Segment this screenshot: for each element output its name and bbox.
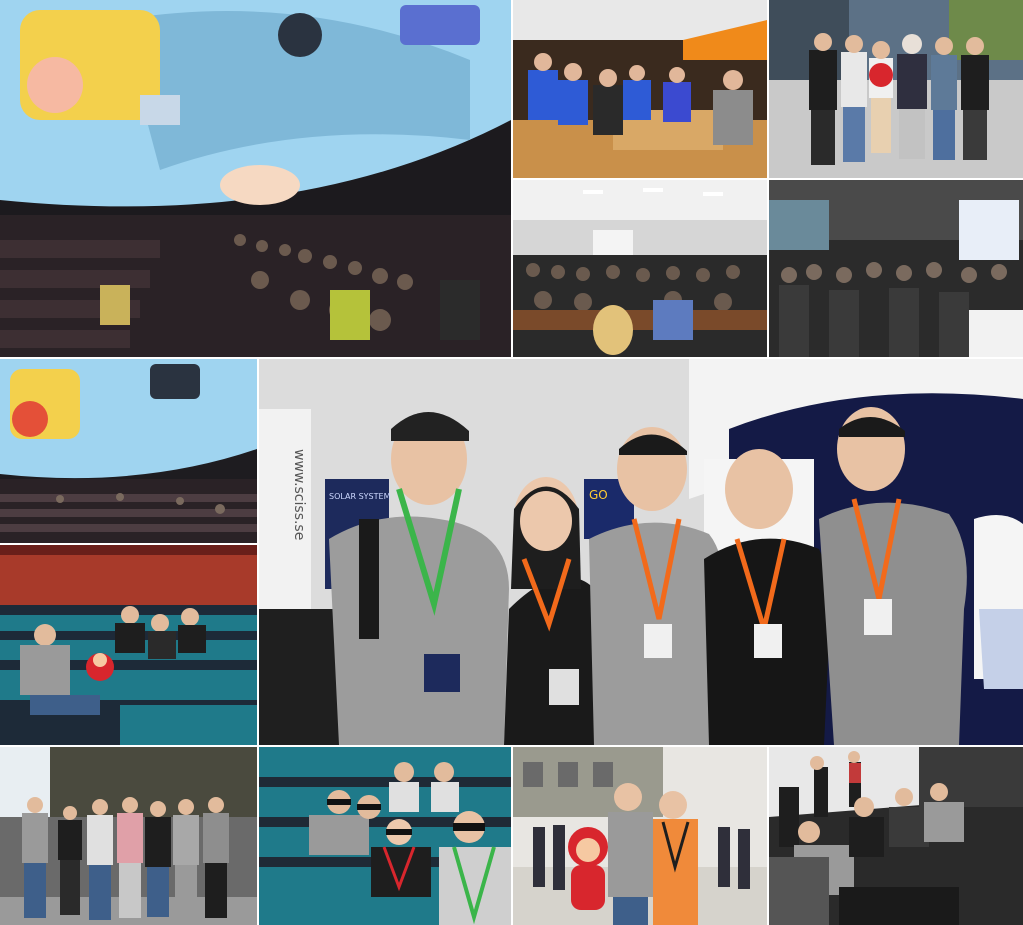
booth-sign-text: www.sciss.se — [291, 449, 307, 540]
person-6-partial — [974, 515, 1023, 689]
photo-lineup-outdoor — [0, 747, 257, 925]
photo-booth-group-center: www.sciss.se SOLAR SYSTEM GO — [259, 359, 1023, 745]
red-monkey-plush — [568, 827, 608, 910]
photo-lounge-tent — [769, 747, 1023, 925]
photo-theater-seats-group — [0, 545, 257, 745]
photo-monkey-plaza-pair — [513, 747, 767, 925]
photo-dome-projection-top — [0, 0, 511, 357]
booth-poster-go: GO — [589, 488, 608, 502]
photo-industrial-hall-crowd — [769, 180, 1023, 357]
photo-dome-projection-small — [0, 359, 257, 543]
photo-beer-garden-group — [513, 0, 767, 178]
booth-poster-solar: SOLAR SYSTEM — [329, 492, 391, 501]
photo-conference-hall — [513, 180, 767, 357]
photo-3d-glasses-audience — [259, 747, 511, 925]
photo-standing-group-plaza — [769, 0, 1023, 178]
